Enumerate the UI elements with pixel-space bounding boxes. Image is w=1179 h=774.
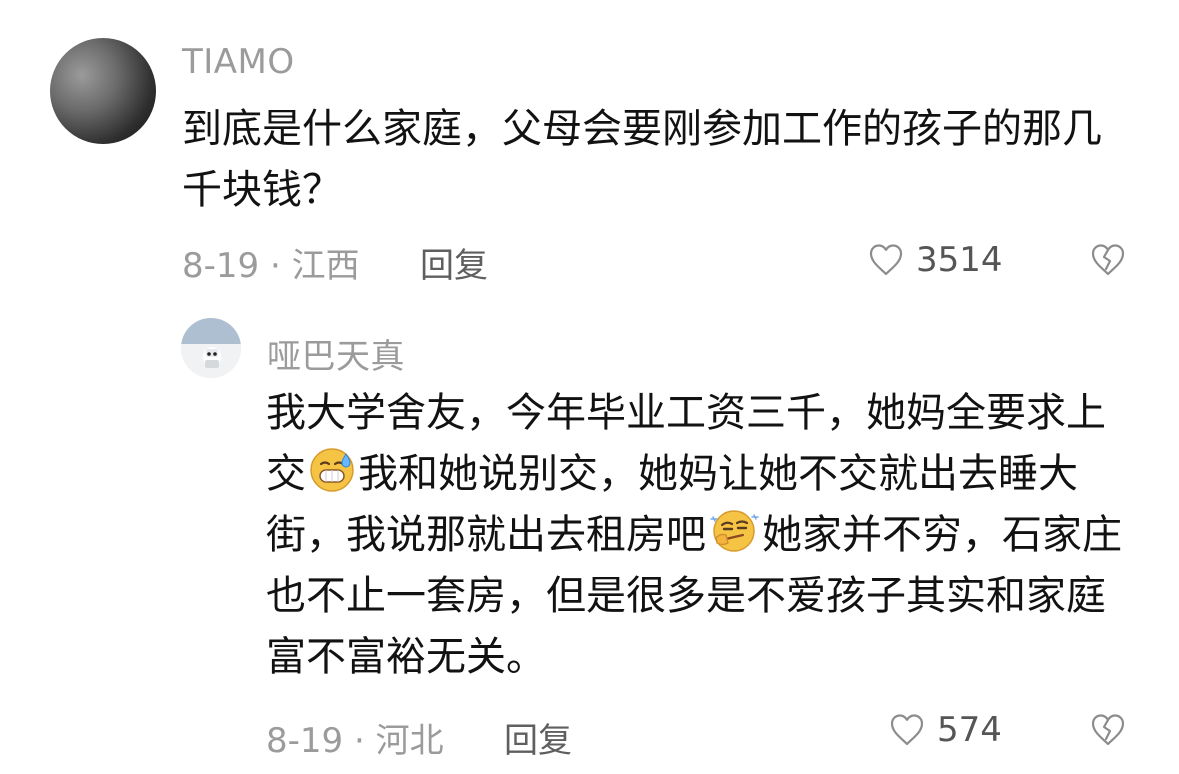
- avatar[interactable]: [50, 38, 156, 144]
- reply-button[interactable]: 回复: [504, 713, 572, 762]
- reply-button[interactable]: 回复: [420, 238, 488, 287]
- comment-meta: 8-19 · 河北: [266, 721, 444, 761]
- comment-meta: 8-19 · 江西: [182, 246, 360, 286]
- broken-heart-icon[interactable]: [1088, 240, 1128, 280]
- like-button[interactable]: 3514: [866, 240, 1003, 280]
- like-button[interactable]: 574: [887, 710, 1002, 750]
- heart-icon: [869, 244, 903, 276]
- heart-icon: [890, 714, 924, 746]
- like-count: 574: [937, 710, 1002, 750]
- avatar-photo-icon: [181, 318, 241, 378]
- nervous-grin-emoji: [310, 448, 354, 492]
- avatar[interactable]: [181, 318, 241, 378]
- comment-text: 到底是什么家庭，父母会要刚参加工作的孩子的那几千块钱？: [182, 106, 1102, 213]
- smirk-thinking-emoji: [710, 510, 759, 552]
- comment-text: 我大学舍友，今年毕业工资三千，她妈全要求上交 我和她说别交，她妈让她不交就出去睡…: [266, 383, 1136, 688]
- like-count: 3514: [916, 240, 1003, 280]
- username[interactable]: 哑巴天真: [267, 329, 405, 378]
- broken-heart-icon[interactable]: [1088, 710, 1128, 750]
- username[interactable]: TIAMO: [182, 42, 295, 82]
